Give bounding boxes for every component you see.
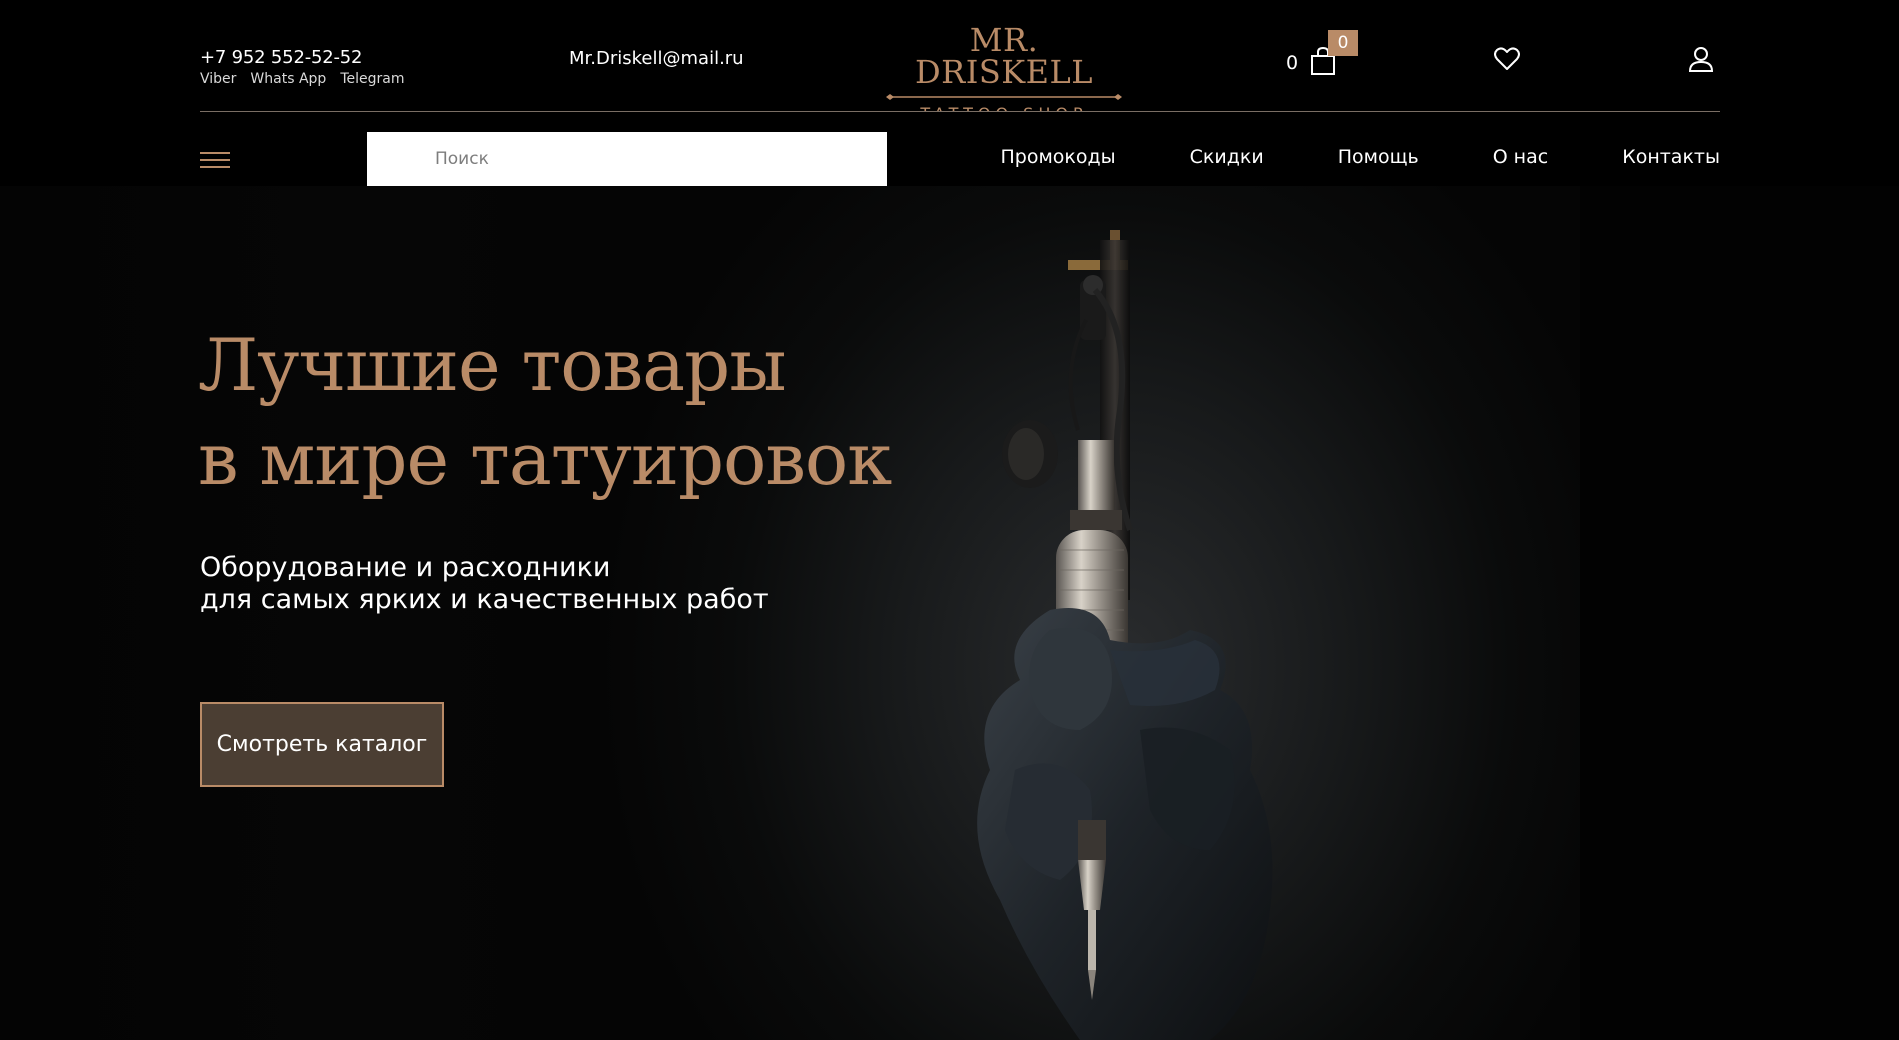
nav-link-help[interactable]: Помощь bbox=[1338, 146, 1419, 168]
search-box bbox=[367, 132, 887, 186]
nav-links: Промокоды Скидки Помощь О нас Контакты bbox=[1000, 146, 1720, 168]
logo-title: MR. DRISKELL bbox=[914, 21, 1094, 91]
main-navigation: Промокоды Скидки Помощь О нас Контакты bbox=[0, 112, 1899, 186]
telegram-link[interactable]: Telegram bbox=[340, 71, 404, 87]
top-header: +7 952 552-52-52 Viber Whats App Telegra… bbox=[0, 0, 1899, 123]
user-icon[interactable] bbox=[1688, 46, 1714, 72]
logo-divider bbox=[886, 92, 1122, 102]
hero-shade-right bbox=[1580, 186, 1899, 1040]
hero-title: Лучшие товары в мире татуировок bbox=[198, 318, 892, 506]
hero-subtitle-line: для самых ярких и качественных работ bbox=[200, 584, 769, 615]
nav-link-contacts[interactable]: Контакты bbox=[1622, 146, 1720, 168]
heart-icon[interactable] bbox=[1494, 47, 1520, 71]
hero-subtitle-line: Оборудование и расходники bbox=[200, 552, 611, 583]
menu-bar bbox=[200, 166, 230, 168]
messenger-links: Viber Whats App Telegram bbox=[200, 71, 404, 87]
email-link[interactable]: Mr.Driskell@mail.ru bbox=[569, 48, 744, 69]
menu-bar bbox=[200, 159, 230, 161]
tattoo-machine-hand-image bbox=[977, 230, 1273, 1040]
hero-title-line: Лучшие товары bbox=[198, 323, 787, 407]
nav-link-promocodes[interactable]: Промокоды bbox=[1000, 146, 1115, 168]
search-input[interactable] bbox=[367, 132, 887, 186]
hero-title-line: в мире татуировок bbox=[198, 417, 892, 501]
whatsapp-link[interactable]: Whats App bbox=[250, 71, 326, 87]
phone-number[interactable]: +7 952 552-52-52 bbox=[200, 47, 362, 68]
viber-link[interactable]: Viber bbox=[200, 71, 236, 87]
view-catalog-button[interactable]: Смотреть каталог bbox=[200, 702, 444, 787]
site-logo[interactable]: MR. DRISKELL TATTOO SHOP bbox=[882, 20, 1126, 123]
nav-link-discounts[interactable]: Скидки bbox=[1190, 146, 1264, 168]
cart-button[interactable]: 0 0 bbox=[1286, 30, 1366, 80]
nav-link-about[interactable]: О нас bbox=[1493, 146, 1549, 168]
page: +7 952 552-52-52 Viber Whats App Telegra… bbox=[0, 0, 1899, 1040]
cart-count: 0 bbox=[1286, 52, 1299, 74]
menu-bar bbox=[200, 152, 230, 154]
hero-subtitle: Оборудование и расходники для самых ярки… bbox=[200, 552, 769, 616]
cart-badge: 0 bbox=[1328, 30, 1358, 56]
hamburger-menu-icon[interactable] bbox=[200, 152, 230, 170]
